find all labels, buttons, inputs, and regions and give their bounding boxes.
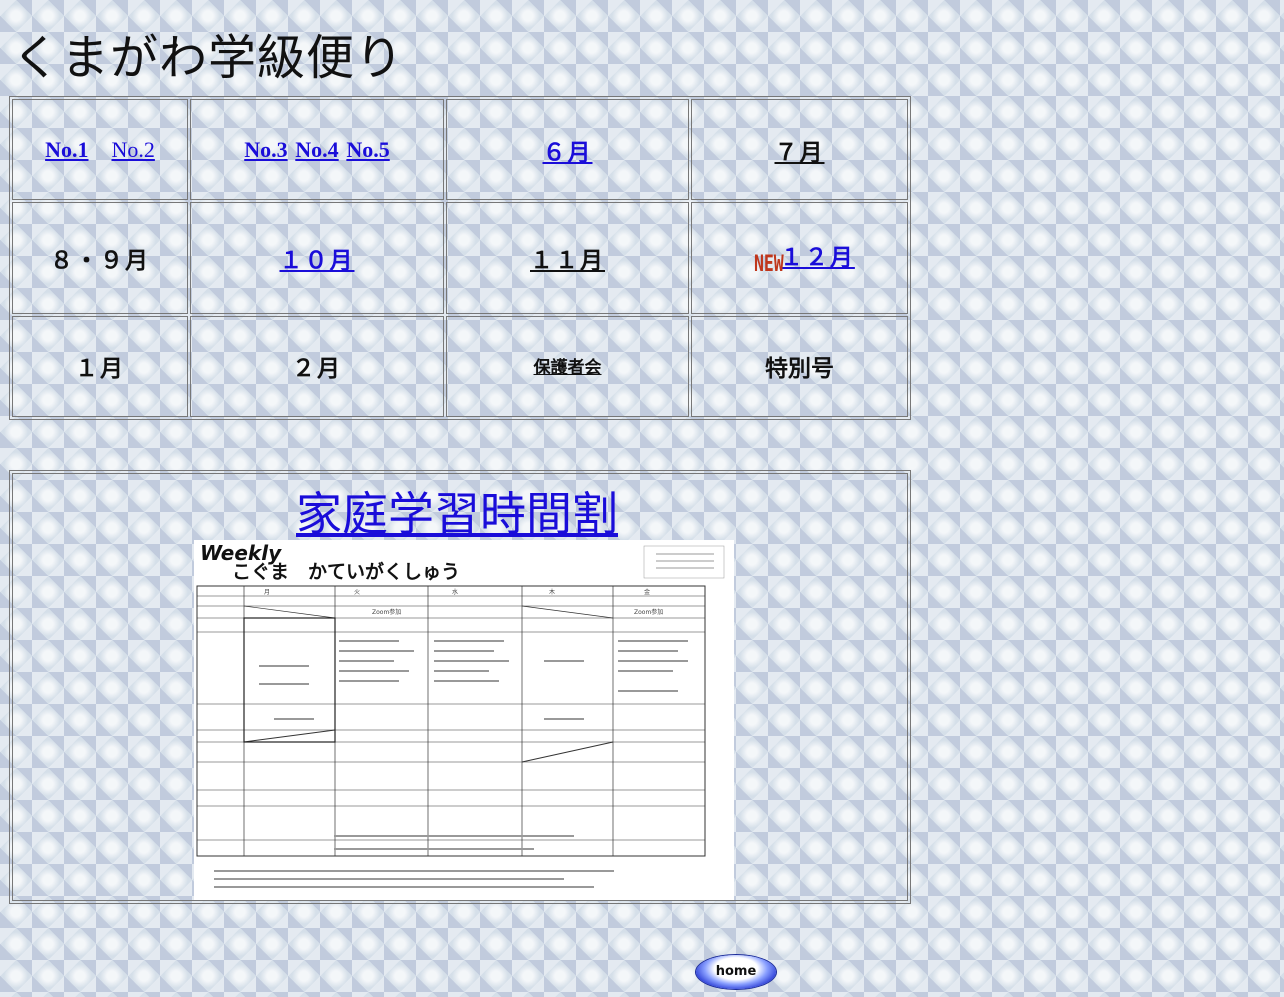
day-wed: 水 (452, 588, 458, 596)
table-row: １月 ２月 保護者会 特別号 (12, 315, 908, 417)
table-row: 家庭学習時間割 Weekly こぐま かていがくしゅう 月 火 水 木 金 Zo… (12, 473, 908, 901)
link-guardians-meeting[interactable]: 保護者会 (534, 358, 602, 378)
cell-aug-sep: ８・９月 (12, 202, 188, 314)
table-row: No.1 No.2 No.3 No.4 No.5 ６月 ７月 (12, 99, 908, 201)
new-badge-icon: NEW (754, 252, 784, 278)
label-special-issue: 特別号 (765, 356, 834, 383)
day-thu: 木 (549, 588, 555, 596)
page-title: くまがわ学級便り (12, 30, 405, 86)
home-button[interactable]: home (696, 955, 776, 989)
cell-guardians: 保護者会 (446, 315, 689, 417)
home-study-link[interactable]: 家庭学習時間割 (296, 478, 618, 544)
cell-june: ６月 (446, 99, 689, 201)
link-no5[interactable]: No.5 (346, 137, 389, 162)
worksheet-thumbnail-icon: Weekly こぐま かていがくしゅう 月 火 水 木 金 Zoom参加 Zoo… (194, 540, 734, 900)
worksheet-image[interactable]: Weekly こぐま かていがくしゅう 月 火 水 木 金 Zoom参加 Zoo… (194, 540, 734, 900)
label-february: ２月 (292, 356, 342, 383)
zoom-label-1: Zoom参加 (372, 608, 401, 616)
link-june[interactable]: ６月 (543, 140, 593, 166)
home-study-table: 家庭学習時間割 Weekly こぐま かていがくしゅう 月 火 水 木 金 Zo… (9, 470, 911, 904)
cell-october: １０月 (190, 202, 444, 314)
cell-special: 特別号 (691, 315, 908, 417)
day-tue: 火 (354, 589, 360, 596)
cell-no1-no2: No.1 No.2 (12, 99, 188, 201)
day-mon: 月 (264, 589, 270, 596)
label-january: １月 (75, 356, 125, 383)
label-aug-sep: ８・９月 (50, 247, 150, 274)
link-november[interactable]: １１月 (530, 248, 605, 274)
cell-december: NEW１２月 (691, 202, 908, 314)
home-study-cell: 家庭学習時間割 Weekly こぐま かていがくしゅう 月 火 水 木 金 Zo… (12, 473, 908, 901)
cell-no3-no5: No.3 No.4 No.5 (190, 99, 444, 201)
link-october[interactable]: １０月 (280, 248, 355, 274)
table-row: ８・９月 １０月 １１月 NEW１２月 (12, 202, 908, 314)
worksheet-heading-jp: こぐま かていがくしゅう (232, 560, 460, 583)
cell-february: ２月 (190, 315, 444, 417)
cell-january: １月 (12, 315, 188, 417)
link-july[interactable]: ７月 (775, 140, 825, 166)
link-no1[interactable]: No.1 (45, 137, 88, 162)
month-links-table: No.1 No.2 No.3 No.4 No.5 ６月 ７月 ８・９月 １０月 … (9, 96, 911, 420)
link-no2[interactable]: No.2 (111, 137, 154, 162)
zoom-label-2: Zoom参加 (634, 608, 663, 616)
day-fri: 金 (644, 588, 650, 596)
link-no4[interactable]: No.4 (295, 137, 338, 162)
cell-november: １１月 (446, 202, 689, 314)
cell-july: ７月 (691, 99, 908, 201)
link-december[interactable]: １２月 (780, 245, 855, 271)
link-no3[interactable]: No.3 (244, 137, 287, 162)
